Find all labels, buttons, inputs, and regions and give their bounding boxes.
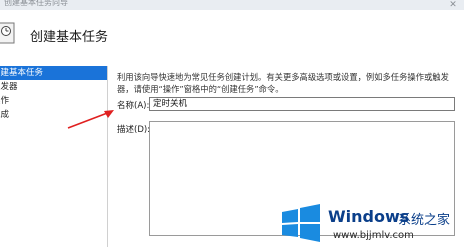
sidebar-item-label: 操作 <box>0 96 10 106</box>
name-field[interactable]: 定时关机 <box>149 97 455 111</box>
red-arrow-annotation <box>67 110 114 129</box>
wizard-header: 创建基本任务 <box>0 10 464 58</box>
sidebar-item-action[interactable]: 操作 <box>0 94 107 108</box>
page-title: 创建基本任务 <box>30 30 109 45</box>
divider <box>107 66 108 247</box>
wizard-steps: 创建基本任务 触发器 操作 完成 <box>0 66 107 247</box>
task-scheduler-icon <box>0 22 15 44</box>
wizard-description: 利用该向导快速地为常见任务创建计划。有关更多高级选项或设置，例如多任务操作或触发… <box>117 72 449 94</box>
watermark-url: www.bjjmlv.com <box>333 230 414 241</box>
window-title: 创建基本任务向导 <box>4 0 68 7</box>
sidebar-item-trigger[interactable]: 触发器 <box>0 80 107 94</box>
name-label: 名称(A): <box>117 101 150 111</box>
windows-logo-icon <box>282 204 320 242</box>
watermark: Windows 系统之家 www.bjjmlv.com <box>278 200 464 247</box>
sidebar-item-create-basic-task[interactable]: 创建基本任务 <box>0 66 107 80</box>
description-label: 描述(D): <box>117 125 151 135</box>
close-icon[interactable]: ✕ <box>444 0 462 10</box>
watermark-subtitle: 系统之家 <box>398 213 451 228</box>
sidebar-item-label: 创建基本任务 <box>0 68 44 78</box>
sidebar-item-label: 完成 <box>0 110 10 120</box>
sidebar-item-label: 触发器 <box>0 82 18 92</box>
